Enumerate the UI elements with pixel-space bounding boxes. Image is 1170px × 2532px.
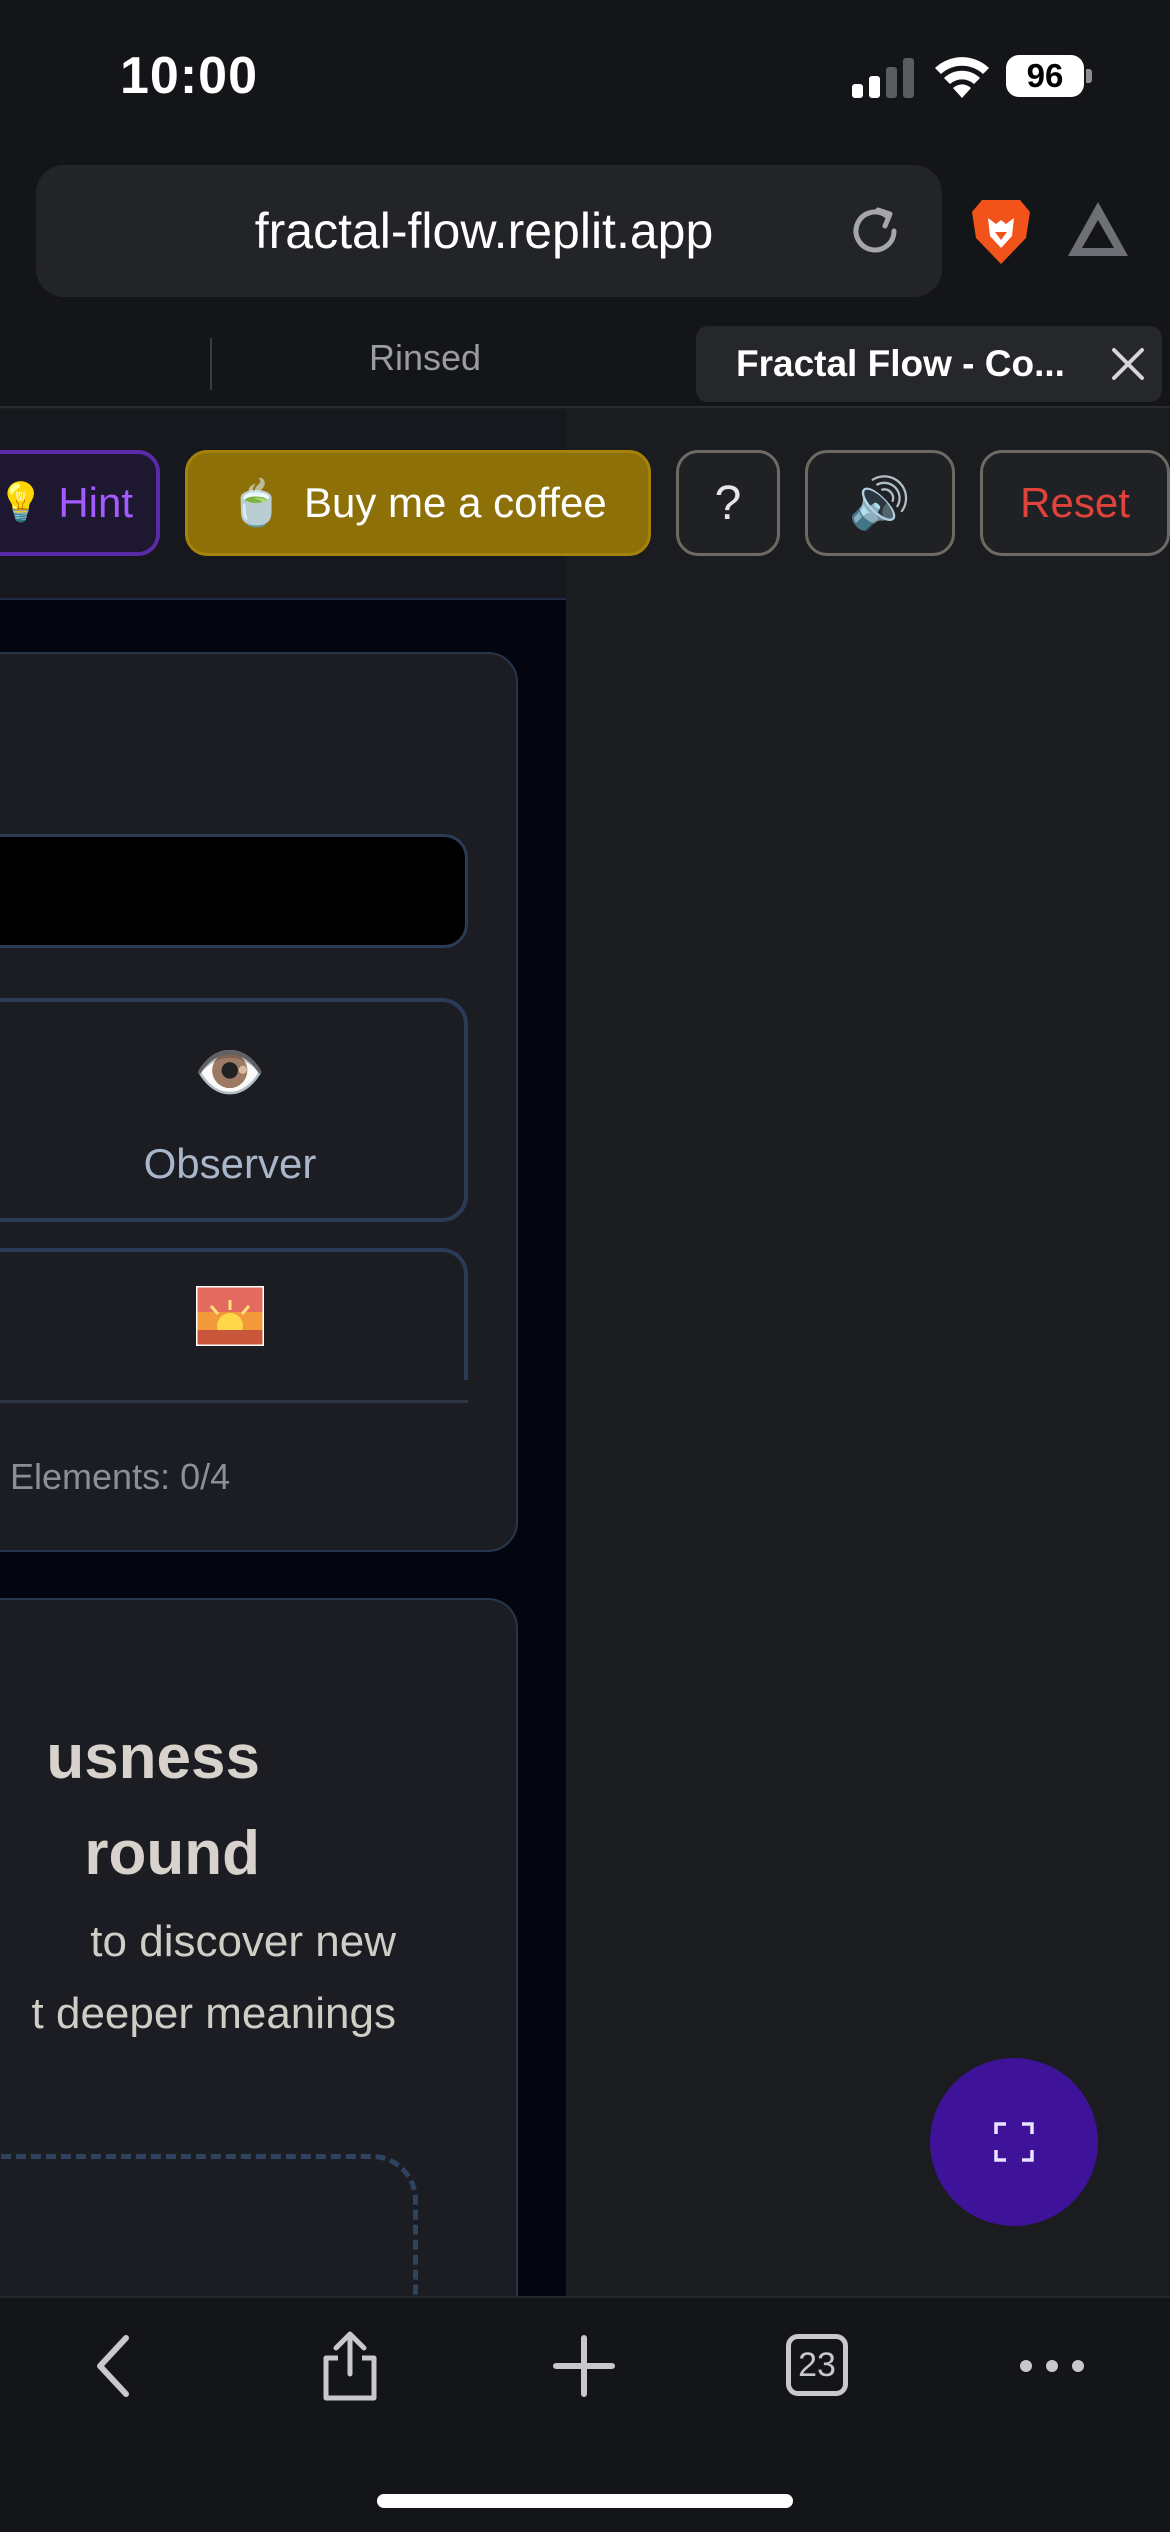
elements-counter: Elements: 0/4 [10,1456,231,1497]
tab-fractal-flow-label[interactable]: Fractal Flow - Co... [736,326,1065,402]
tab-count: 23 [786,2334,848,2396]
reload-icon[interactable] [844,200,906,262]
playground-description: to discover new t deeper meanings [0,1906,396,2050]
tab-rinsed[interactable]: Rinsed [212,310,638,406]
plus-icon[interactable] [546,2328,622,2404]
home-indicator[interactable] [377,2494,793,2508]
element-tile-label: Observer [143,1140,317,1187]
element-tile-observer[interactable] [0,998,468,1222]
back-chevron-icon[interactable] [78,2328,154,2404]
speaker-icon: 🔊 [848,474,912,531]
web-page: 💡 Hint 🍵 Buy me a coffee ? 🔊 Reset 👁️ Ob… [0,410,1170,2296]
description-line: t deeper meanings [31,1989,396,2038]
cellular-signal-icon [852,58,914,98]
battery-icon: 96 [1006,55,1092,97]
lightbulb-icon: 💡 [0,482,45,524]
playground-title-line: round [84,1819,260,1888]
brave-lion-icon[interactable] [968,196,1034,266]
hint-button[interactable]: 💡 Hint [0,450,160,556]
sound-toggle-button[interactable]: 🔊 [805,450,955,556]
hint-button-label: Hint [58,479,134,526]
card-divider [0,1400,468,1403]
more-icon[interactable] [1014,2328,1090,2404]
description-line: to discover new [90,1917,396,1966]
combination-field[interactable] [0,834,468,948]
playground-title: usness round [0,1710,260,1902]
aurora-triangle-icon[interactable] [1064,198,1132,260]
eye-icon: 👁️ [193,1040,267,1105]
reset-button[interactable]: Reset [980,450,1170,556]
drop-zone[interactable] [0,2154,418,2296]
address-bar-url[interactable]: fractal-flow.replit.app [36,165,942,297]
tabs-icon[interactable]: 23 [780,2328,856,2404]
tea-cup-icon: 🍵 [229,479,285,528]
coffee-button-label: Buy me a coffee [304,479,607,526]
share-icon[interactable] [312,2328,388,2404]
fullscreen-icon [994,2122,1034,2162]
wifi-icon [935,57,989,98]
playground-title-line: usness [46,1723,260,1792]
buy-me-a-coffee-button[interactable]: 🍵 Buy me a coffee [185,450,651,556]
sunrise-icon [196,1286,264,1346]
close-icon[interactable] [1108,344,1148,384]
status-time: 10:00 [120,47,258,105]
help-button[interactable]: ? [676,450,780,556]
battery-level: 96 [1006,55,1084,97]
